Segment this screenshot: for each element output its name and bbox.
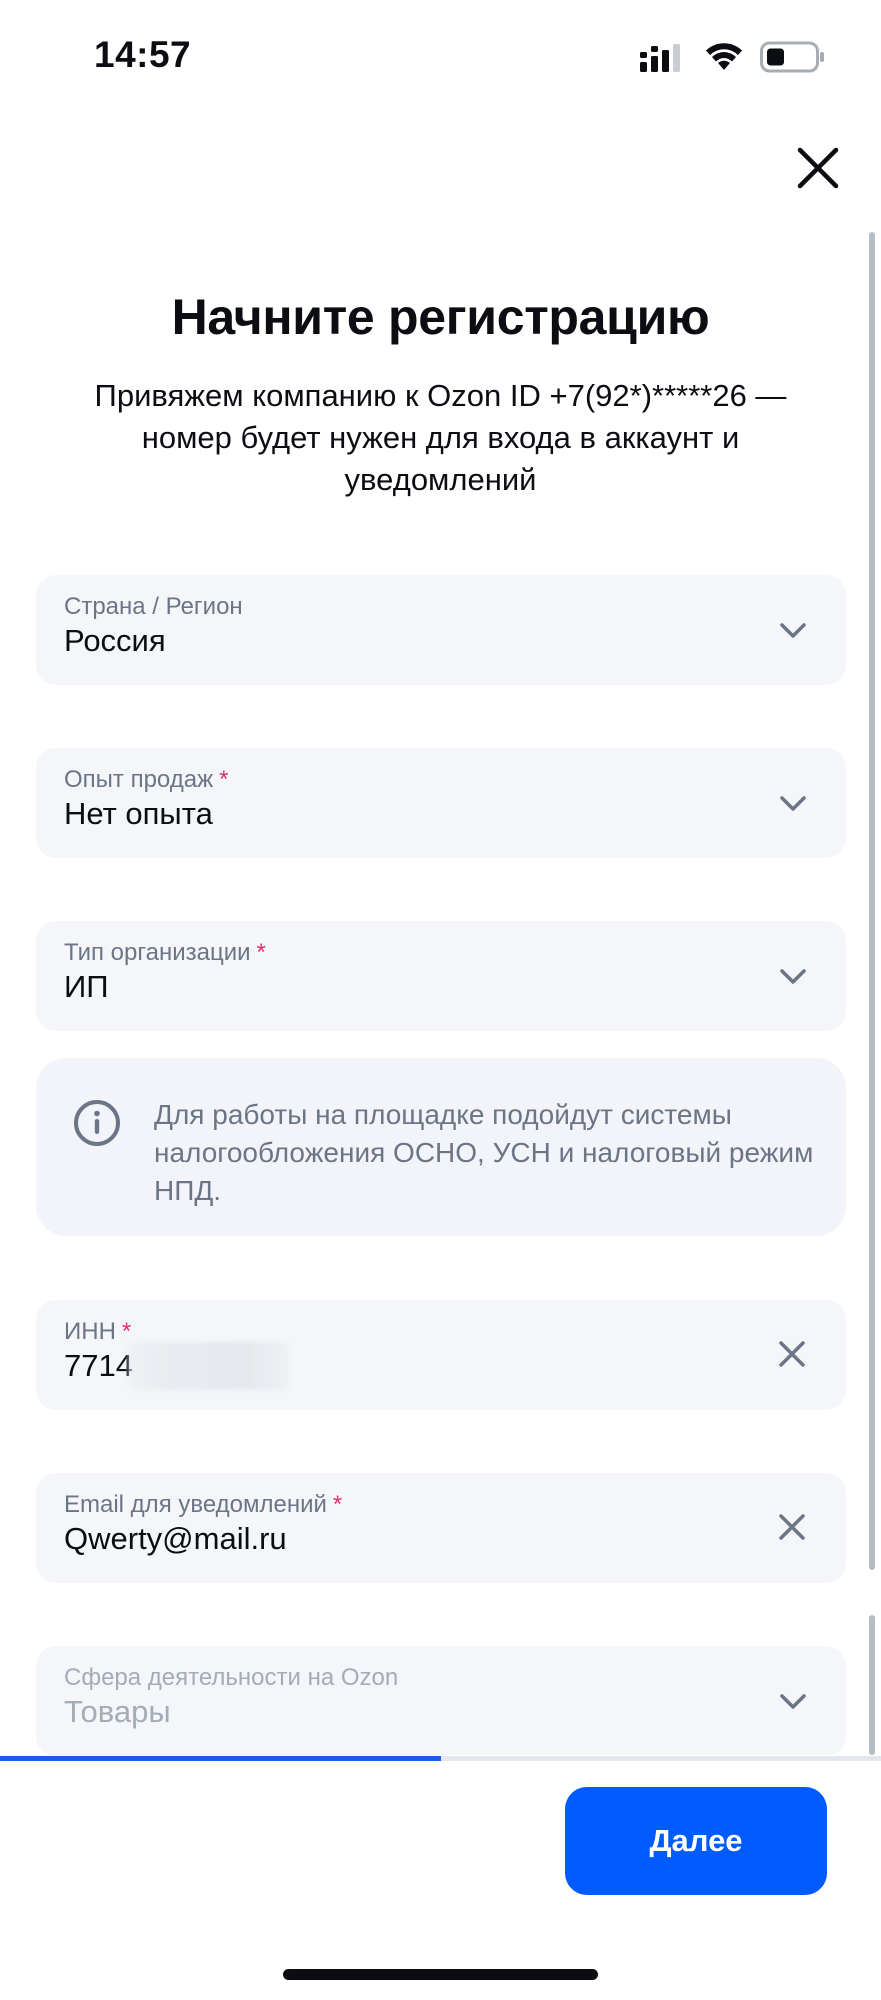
scrollbar-lower[interactable] xyxy=(869,1615,875,1755)
tax-info-box: Для работы на площадке подойдут системы … xyxy=(36,1058,846,1236)
activity-label: Сфера деятельности на Ozon xyxy=(64,1664,399,1691)
cellular-signal-icon xyxy=(640,44,680,72)
redacted-inn-digits xyxy=(128,1342,290,1390)
home-indicator[interactable] xyxy=(283,1969,598,1980)
required-mark: * xyxy=(121,1318,132,1345)
experience-select[interactable]: Опыт продаж * Нет опыта xyxy=(36,748,846,858)
activity-value: Товары xyxy=(64,1694,171,1729)
close-button[interactable] xyxy=(790,140,846,196)
chevron-down-icon xyxy=(780,623,806,638)
tax-info-text: Для работы на площадке подойдут системы … xyxy=(154,1099,814,1206)
close-icon xyxy=(797,147,839,189)
chevron-down-icon xyxy=(780,969,806,984)
required-mark: * xyxy=(219,766,229,793)
required-mark: * xyxy=(256,939,266,966)
experience-value: Нет опыта xyxy=(64,796,213,831)
scrollbar[interactable] xyxy=(869,232,875,1570)
email-label: Email для уведомлений * xyxy=(64,1491,343,1518)
org-type-value: ИП xyxy=(64,969,109,1004)
country-select[interactable]: Страна / Регион Россия xyxy=(36,575,846,685)
status-bar: 14:57 xyxy=(0,0,881,110)
email-field[interactable]: Email для уведомлений * Qwerty@mail.ru xyxy=(36,1473,846,1583)
chevron-down-icon xyxy=(780,1694,806,1709)
info-icon xyxy=(74,1100,120,1146)
status-icons xyxy=(640,40,830,74)
registration-progress xyxy=(0,1756,881,1761)
country-label: Страна / Регион xyxy=(64,593,243,620)
clear-email-icon[interactable] xyxy=(774,1509,810,1545)
registration-form[interactable]: Начните регистрацию Привяжем компанию к … xyxy=(0,230,881,1755)
status-time: 14:57 xyxy=(94,34,192,75)
chevron-down-icon xyxy=(780,796,806,811)
country-value: Россия xyxy=(64,623,166,658)
clear-inn-icon[interactable] xyxy=(774,1336,810,1372)
inn-label: ИНН * xyxy=(64,1318,132,1345)
activity-select[interactable]: Сфера деятельности на Ozon Товары xyxy=(36,1646,846,1755)
page-subtitle: Привяжем компанию к Ozon ID +7(92*)*****… xyxy=(94,378,787,497)
page-title: Начните регистрацию xyxy=(171,289,710,345)
email-value[interactable]: Qwerty@mail.ru xyxy=(64,1521,287,1557)
wifi-icon xyxy=(706,43,742,70)
org-type-label: Тип организации * xyxy=(64,939,266,966)
org-type-select[interactable]: Тип организации * ИП xyxy=(36,921,846,1031)
progress-fill xyxy=(0,1756,441,1761)
inn-value[interactable]: 7714 xyxy=(64,1348,133,1384)
next-button[interactable]: Далее xyxy=(565,1787,827,1895)
inn-field[interactable]: ИНН * 7714 xyxy=(36,1300,846,1410)
experience-label: Опыт продаж * xyxy=(64,766,229,793)
battery-icon xyxy=(760,41,824,73)
required-mark: * xyxy=(332,1491,343,1518)
